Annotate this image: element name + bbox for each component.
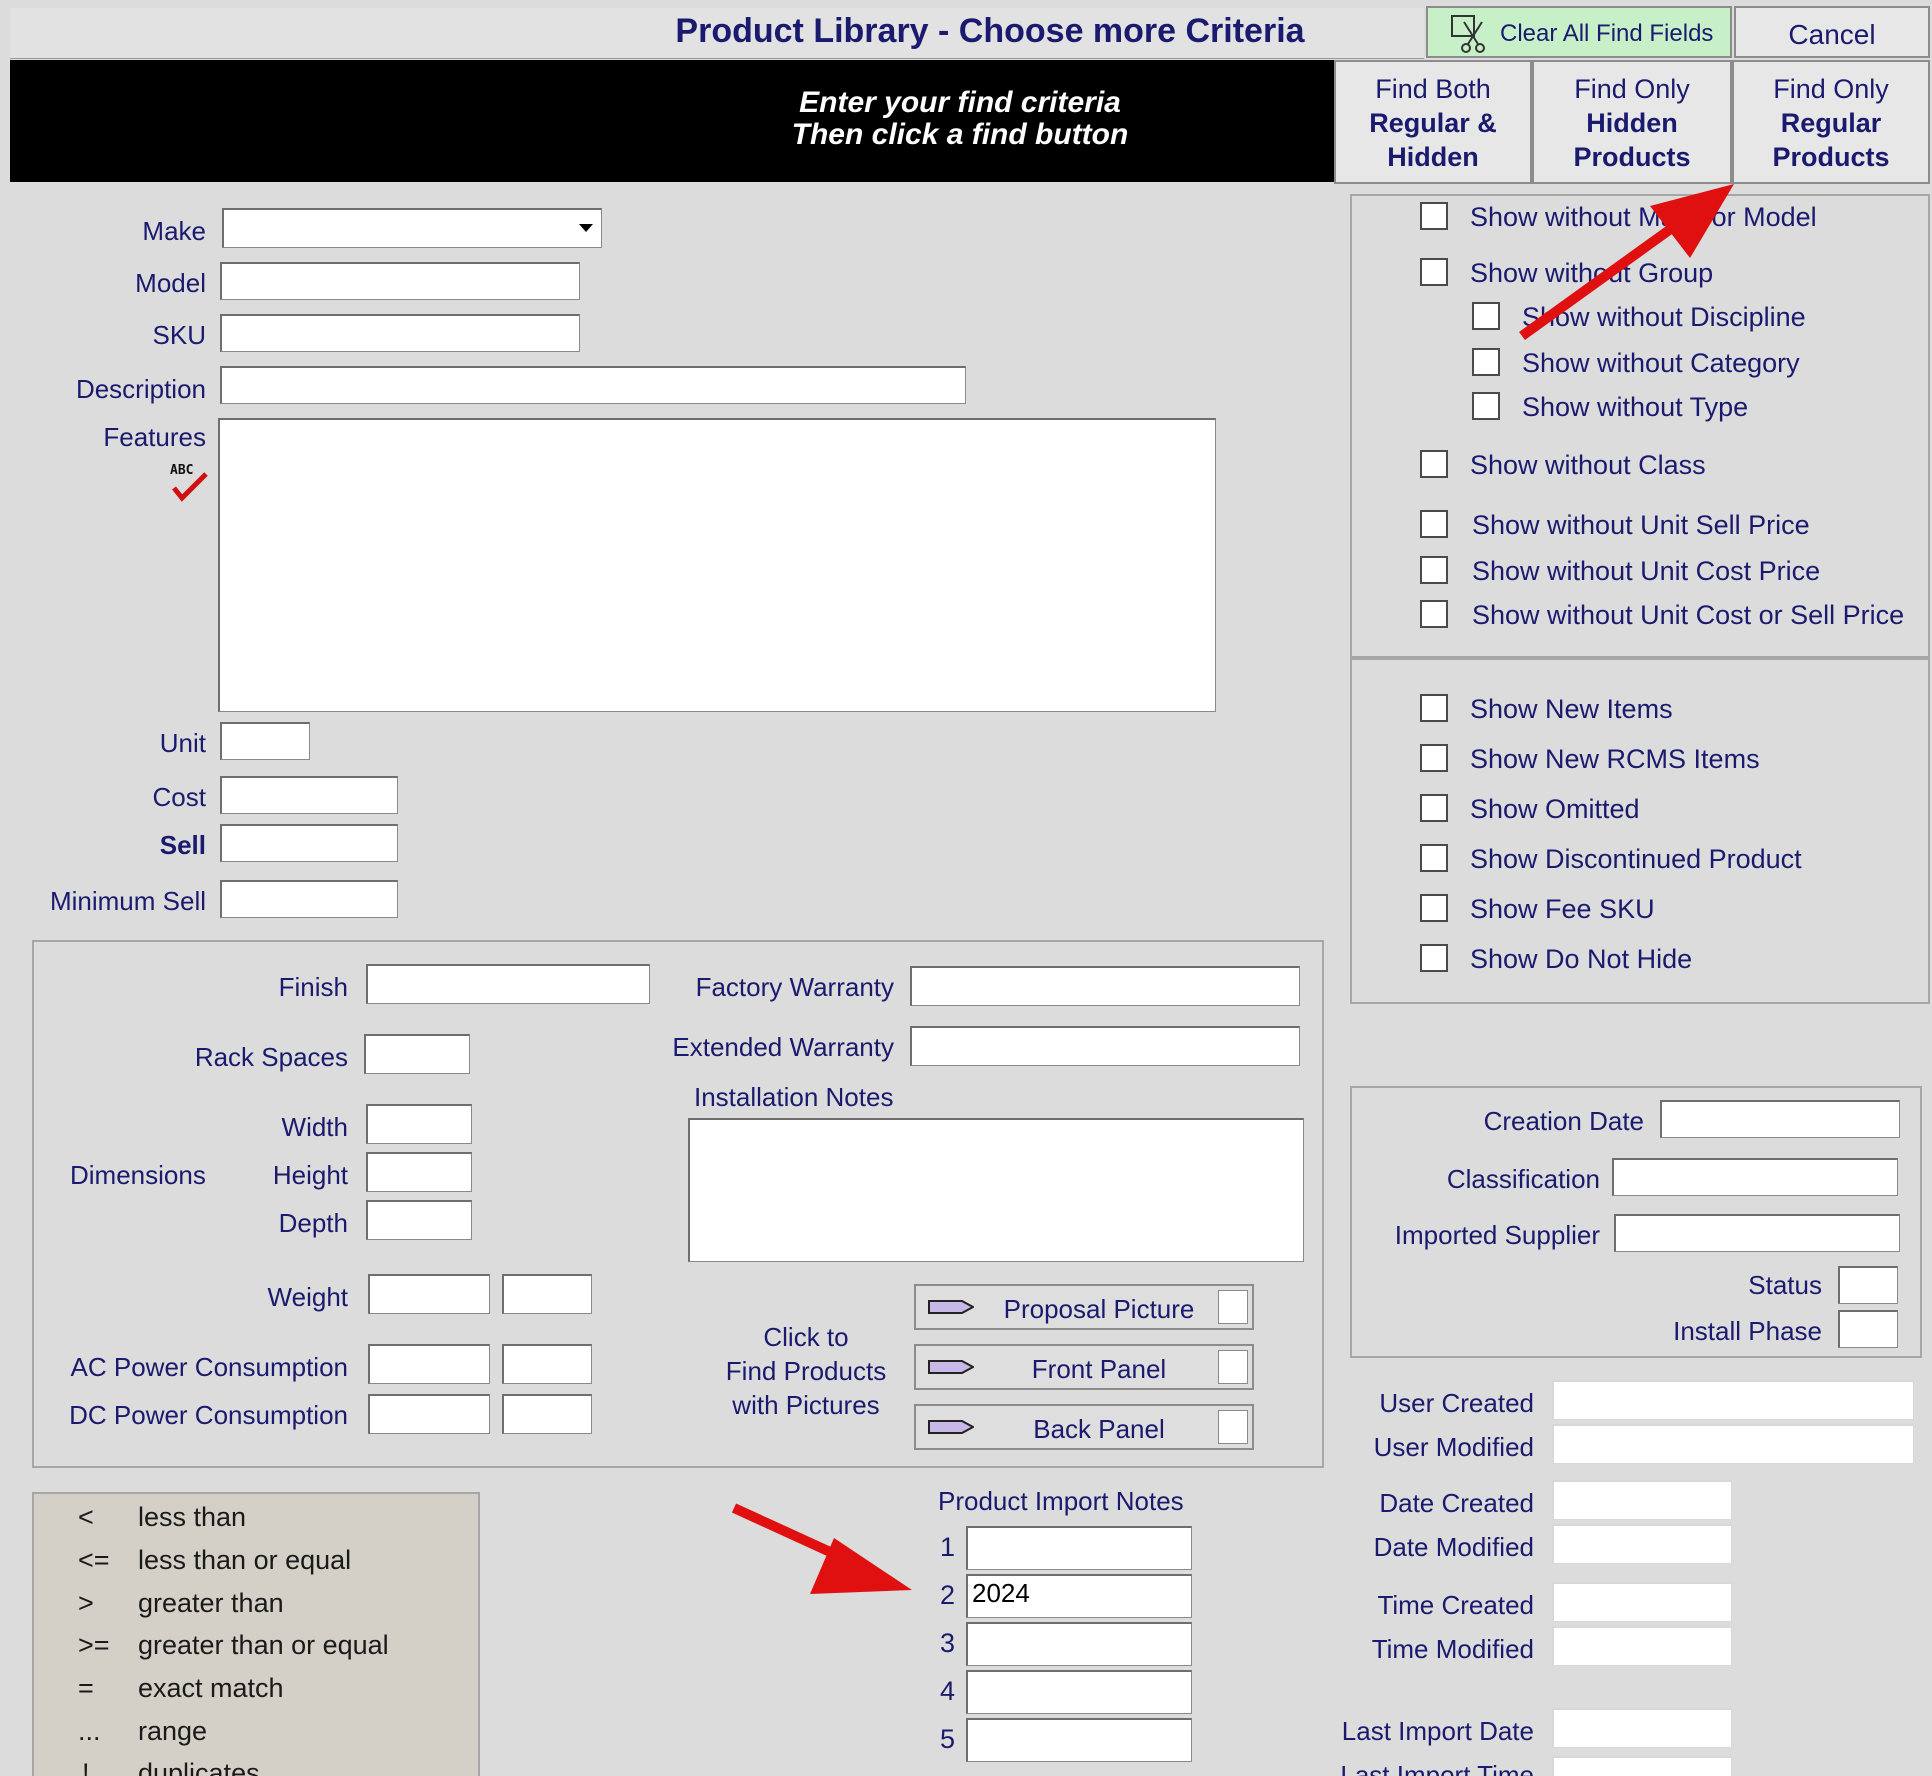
annotation-arrows [731, 184, 1734, 1594]
red-arrow-icon [1519, 184, 1734, 341]
product-library-window: Product Library - Choose more Criteria C… [0, 0, 1932, 1776]
red-arrow-icon [731, 1503, 912, 1594]
